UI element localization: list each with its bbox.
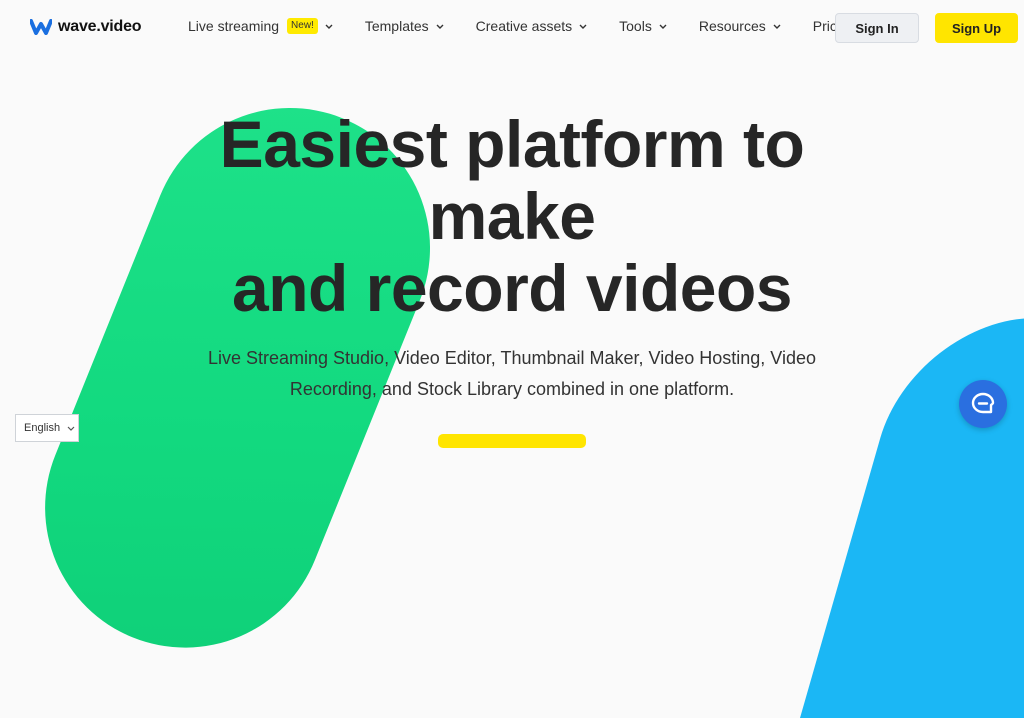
hero-subtitle: Live Streaming Studio, Video Editor, Thu… <box>207 348 817 399</box>
nav-label: Tools <box>619 18 652 34</box>
chat-button[interactable] <box>959 380 1007 428</box>
chevron-down-icon <box>773 24 781 29</box>
new-badge: New! <box>287 18 318 34</box>
hero-title-line-3: and record videos <box>231 251 793 325</box>
language-value: English <box>24 422 61 434</box>
hero-cta-button[interactable] <box>438 434 586 448</box>
nav-label: Creative assets <box>475 18 573 34</box>
sign-in-button[interactable]: Sign In <box>835 13 919 43</box>
nav-item-creative-assets[interactable]: Creative assets <box>476 18 588 34</box>
nav-item-resources[interactable]: Resources <box>699 18 782 34</box>
nav-label: Resources <box>698 18 766 34</box>
sign-up-button[interactable]: Sign Up <box>935 13 1018 43</box>
nav-item-templates[interactable]: Templates <box>365 18 445 34</box>
chevron-down-icon <box>436 24 444 29</box>
nav-item-tools[interactable]: Tools <box>619 18 668 34</box>
chat-bubble-icon <box>971 392 995 414</box>
chevron-down-icon <box>659 24 667 29</box>
hero-title: Easiest platform to make and record vide… <box>0 108 1024 324</box>
nav-item-live-streaming[interactable]: Live streaming New! <box>188 18 334 34</box>
hero-title-line-1: Easiest platform to <box>219 107 805 181</box>
logo[interactable]: wave.video <box>30 18 142 36</box>
site-header: wave.video Live streaming New! Templates… <box>0 0 1024 56</box>
main-nav: Live streaming New! Templates Creative a… <box>188 18 887 34</box>
hero-title-line-2: make <box>428 179 596 253</box>
logo-text: wave.video <box>58 18 142 35</box>
wave-logo-icon <box>30 19 52 35</box>
nav-label: Templates <box>364 18 429 34</box>
language-select[interactable]: English <box>15 414 79 442</box>
nav-label: Live streaming <box>188 18 280 34</box>
chevron-down-icon <box>67 426 75 431</box>
chevron-down-icon <box>325 24 333 29</box>
chevron-down-icon <box>579 24 587 29</box>
